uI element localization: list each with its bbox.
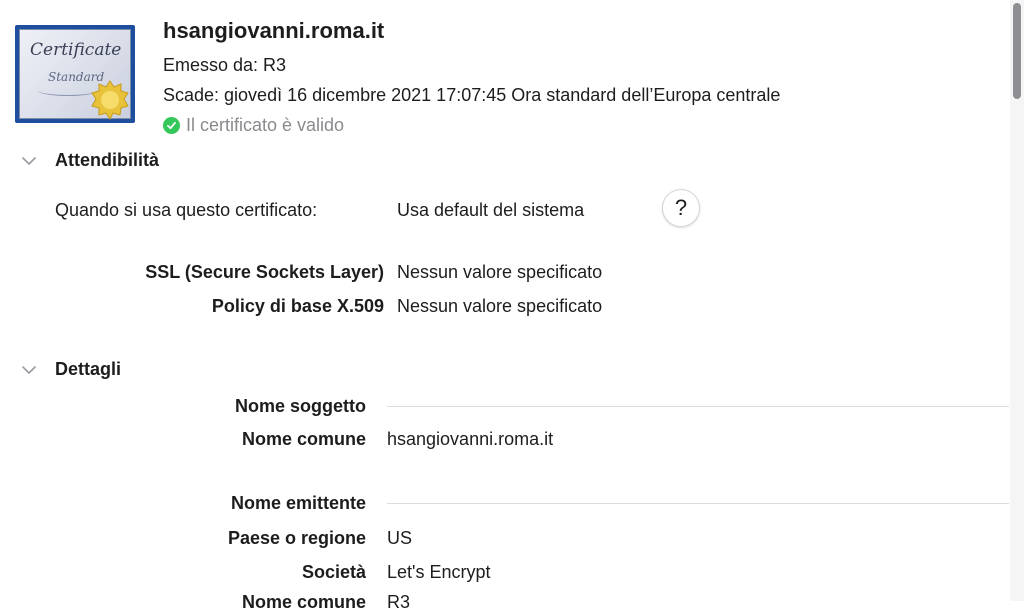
subject-name-heading: Nome soggetto (234, 396, 366, 416)
issued-by: Emesso da: R3 (163, 55, 287, 75)
subject-divider (387, 406, 1009, 407)
expiration-date: Scade: giovedì 16 dicembre 2021 17:07:45… (163, 85, 781, 105)
validity-status: Il certificato è valido (163, 115, 344, 136)
usage-select[interactable]: Usa default del sistema (397, 200, 584, 221)
detail-row-value: hsangiovanni.roma.it (387, 429, 554, 449)
certificate-hostname: hsangiovanni.roma.it (163, 18, 385, 43)
certificate-icon: Certificate Standard (15, 25, 135, 123)
checkmark-circle-icon (163, 117, 180, 134)
chevron-down-icon[interactable] (20, 361, 38, 379)
details-section-header[interactable]: Dettagli (20, 359, 121, 380)
detail-row-label: Nome comune (241, 592, 366, 612)
issuer-divider (387, 503, 1009, 504)
trust-row-label: Policy di base X.509 (211, 296, 384, 316)
trust-row-value[interactable]: Nessun valore specificato (397, 262, 602, 283)
issuer-name-heading: Nome emittente (230, 493, 366, 513)
detail-row-label: Società (301, 562, 366, 582)
help-button[interactable]: ? (662, 189, 700, 227)
certificate-swirl (38, 85, 98, 96)
validity-status-text: Il certificato è valido (186, 115, 345, 135)
details-section-title: Dettagli (55, 359, 122, 379)
usage-label: Quando si usa questo certificato: (55, 200, 318, 220)
detail-row-value: R3 (387, 592, 411, 612)
chevron-down-icon[interactable] (20, 152, 38, 170)
trust-row-value[interactable]: Nessun valore specificato (397, 296, 602, 317)
trust-section-title: Attendibilità (55, 150, 159, 170)
trust-row-label: SSL (Secure Sockets Layer) (145, 262, 384, 282)
detail-row-value: Let's Encrypt (387, 562, 491, 582)
detail-row-value: US (387, 528, 413, 548)
certificate-icon-title: Certificate (30, 40, 122, 60)
detail-row-label: Nome comune (241, 429, 366, 449)
scrollbar-thumb[interactable] (1013, 3, 1021, 99)
trust-section-header[interactable]: Attendibilità (20, 150, 159, 171)
detail-row-label: Paese o regione (227, 528, 366, 548)
seal-icon (91, 80, 129, 120)
